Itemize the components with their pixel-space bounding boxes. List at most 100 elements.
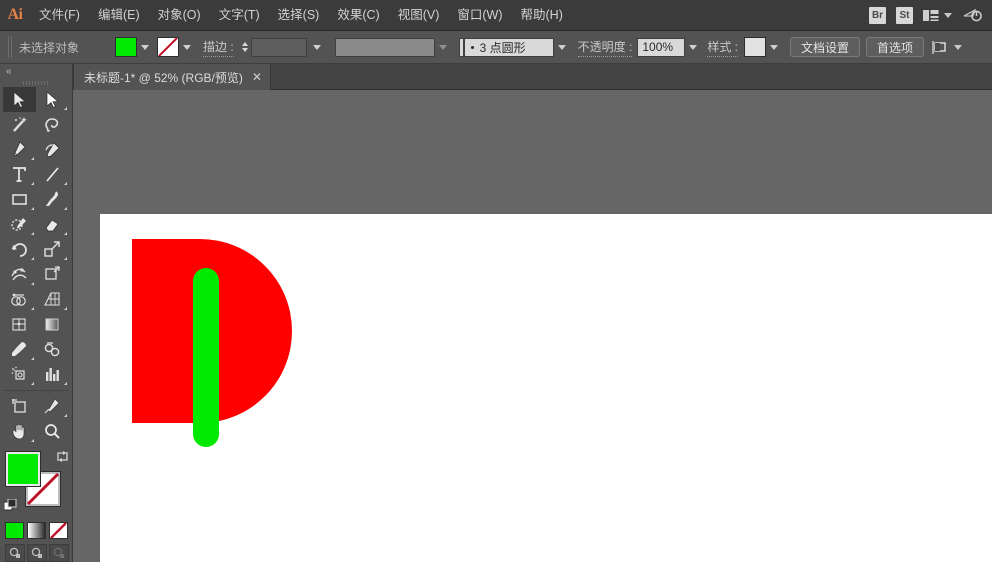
slice-tool[interactable] <box>36 394 69 419</box>
graphic-style-dropdown[interactable] <box>766 37 782 57</box>
stroke-weight-stepper[interactable] <box>240 38 251 57</box>
menu-edit[interactable]: 编辑(E) <box>89 0 149 31</box>
default-fill-stroke-icon[interactable] <box>4 499 17 512</box>
menu-object[interactable]: 对象(O) <box>149 0 210 31</box>
symbol-sprayer-icon <box>11 366 28 383</box>
graphic-style-swatch[interactable] <box>744 37 766 57</box>
close-icon[interactable]: ✕ <box>252 71 262 83</box>
menu-help[interactable]: 帮助(H) <box>512 0 572 31</box>
artboard-icon <box>11 398 28 415</box>
no-color-slash-icon <box>158 38 178 56</box>
stroke-weight-input[interactable] <box>251 38 307 57</box>
type-icon <box>11 166 28 183</box>
mesh-tool[interactable] <box>3 312 36 337</box>
rotate-tool[interactable] <box>3 237 36 262</box>
menu-select[interactable]: 选择(S) <box>269 0 329 31</box>
drawing-mode-behind-button[interactable] <box>27 544 47 562</box>
document-tab-bar: 未标题-1* @ 52% (RGB/预览) ✕ <box>0 64 992 90</box>
tool-group-indicator-icon <box>31 282 34 285</box>
column-graph-tool[interactable] <box>36 362 69 387</box>
curvature-icon <box>44 141 61 158</box>
type-tool[interactable] <box>3 162 36 187</box>
perspective-grid-icon <box>44 291 61 308</box>
fill-color-box[interactable] <box>6 452 40 486</box>
control-bar-grip[interactable] <box>8 36 13 58</box>
line-segment-tool[interactable] <box>36 162 69 187</box>
artboard-tool[interactable] <box>3 394 36 419</box>
menu-file[interactable]: 文件(F) <box>30 0 89 31</box>
selection-tool[interactable] <box>3 87 36 112</box>
blend-icon <box>44 341 61 358</box>
cloud-sync-icon[interactable] <box>962 7 984 23</box>
menu-effect[interactable]: 效果(C) <box>328 0 388 31</box>
scale-tool[interactable] <box>36 237 69 262</box>
brush-definition-select[interactable]: 3 点圆形 <box>464 38 554 57</box>
rotate-icon <box>11 241 28 258</box>
slice-icon <box>44 398 61 415</box>
control-bar: 未选择对象 描边 : 3 点圆形 不透明度 : 100% 样式 : 文档设置 首… <box>0 31 992 64</box>
zoom-icon <box>44 423 61 440</box>
menu-view[interactable]: 视图(V) <box>389 0 449 31</box>
symbol-sprayer-tool[interactable] <box>3 362 36 387</box>
paintbrush-tool[interactable] <box>36 187 69 212</box>
artboard[interactable] <box>100 214 992 562</box>
chevron-down-icon <box>558 45 566 50</box>
shaper-tool[interactable] <box>3 212 36 237</box>
magic-wand-tool[interactable] <box>3 112 36 137</box>
stroke-profile-input[interactable] <box>335 38 435 57</box>
fill-color-dropdown[interactable] <box>137 37 153 57</box>
curvature-tool[interactable] <box>36 137 69 162</box>
green-rounded-bar-shape[interactable] <box>193 268 219 447</box>
color-mode-buttons <box>5 522 72 539</box>
drawing-mode-normal-button[interactable] <box>5 544 25 562</box>
stroke-color-swatch[interactable] <box>157 37 179 57</box>
stroke-weight-dropdown[interactable] <box>309 37 325 57</box>
fill-color-swatch[interactable] <box>115 37 137 57</box>
preferences-button[interactable]: 首选项 <box>866 37 924 57</box>
tools-separator <box>3 390 69 391</box>
tool-group-indicator-icon <box>64 182 67 185</box>
canvas-area[interactable] <box>73 90 992 562</box>
stroke-profile-dropdown[interactable] <box>435 37 451 57</box>
bridge-icon[interactable]: Br <box>869 7 886 24</box>
blend-tool[interactable] <box>36 337 69 362</box>
stock-icon[interactable]: St <box>896 7 913 24</box>
collapse-panel-button[interactable]: « <box>0 64 72 78</box>
direct-selection-tool[interactable] <box>36 87 69 112</box>
shape-builder-tool[interactable] <box>3 287 36 312</box>
document-tab[interactable]: 未标题-1* @ 52% (RGB/预览) ✕ <box>73 64 271 90</box>
stroke-weight-label: 描边 : <box>203 38 234 57</box>
gradient-tool[interactable] <box>36 312 69 337</box>
gradient-mode-button[interactable] <box>27 522 46 539</box>
none-mode-button[interactable] <box>49 522 68 539</box>
tool-group-indicator-icon <box>31 182 34 185</box>
menu-bar-right-controls: Br St <box>869 7 992 24</box>
scale-icon <box>44 241 61 258</box>
eyedropper-tool[interactable] <box>3 337 36 362</box>
menu-window[interactable]: 窗口(W) <box>448 0 511 31</box>
zoom-tool[interactable] <box>36 419 69 444</box>
arrange-documents-icon <box>923 9 939 22</box>
screen-mode-button[interactable] <box>49 544 69 562</box>
color-mode-button[interactable] <box>5 522 24 539</box>
rectangle-tool[interactable] <box>3 187 36 212</box>
pen-tool[interactable] <box>3 137 36 162</box>
align-objects-button[interactable] <box>932 40 962 55</box>
stroke-color-dropdown[interactable] <box>179 37 195 57</box>
tools-grid <box>3 87 69 444</box>
menu-type[interactable]: 文字(T) <box>210 0 269 31</box>
swap-fill-stroke-icon[interactable] <box>56 450 69 463</box>
arrange-documents-button[interactable] <box>923 9 952 22</box>
lasso-tool[interactable] <box>36 112 69 137</box>
tools-panel-grip[interactable] <box>0 78 72 87</box>
opacity-dropdown[interactable] <box>685 37 701 57</box>
eraser-tool[interactable] <box>36 212 69 237</box>
opacity-input[interactable]: 100% <box>637 38 685 57</box>
width-tool[interactable] <box>3 262 36 287</box>
free-transform-icon <box>44 266 61 283</box>
document-setup-button[interactable]: 文档设置 <box>790 37 860 57</box>
free-transform-tool[interactable] <box>36 262 69 287</box>
brush-definition-dropdown[interactable] <box>554 37 570 57</box>
hand-tool[interactable] <box>3 419 36 444</box>
perspective-grid-tool[interactable] <box>36 287 69 312</box>
